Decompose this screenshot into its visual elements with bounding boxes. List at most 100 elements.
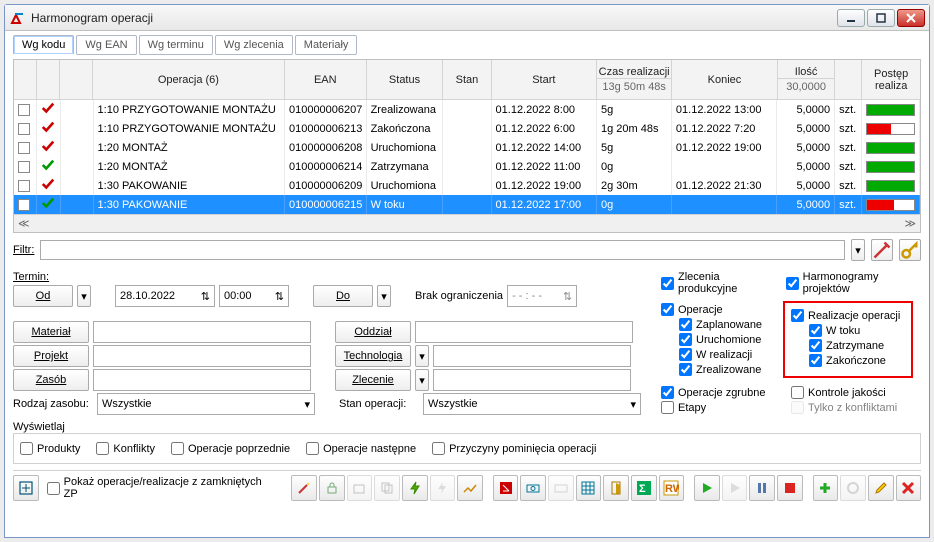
filter-wand-button[interactable]: [871, 239, 893, 261]
chart-up-icon[interactable]: [457, 475, 483, 501]
pick-icon[interactable]: [347, 475, 373, 501]
col-koniec[interactable]: Koniec: [672, 74, 777, 86]
table-row[interactable]: 1:20 MONTAŻ010000006208Uruchomiona01.12.…: [14, 138, 920, 157]
chk-operacje[interactable]: [661, 303, 674, 316]
time-from-input[interactable]: 00:00⇅: [219, 285, 289, 307]
row-checkbox[interactable]: [18, 142, 30, 154]
play2-icon[interactable]: [722, 475, 748, 501]
chk-produkty[interactable]: [20, 442, 33, 455]
zlecenie-input[interactable]: [433, 369, 631, 391]
minimize-button[interactable]: [837, 9, 865, 27]
date-from-input[interactable]: 28.10.2022⇅: [115, 285, 215, 307]
technologia-input[interactable]: [433, 345, 631, 367]
material-button[interactable]: Materiał: [13, 321, 89, 343]
chk-w-realizacji[interactable]: [679, 348, 692, 361]
stan-combo[interactable]: Wszystkie▾: [423, 393, 641, 415]
lock-icon[interactable]: [319, 475, 345, 501]
tab-materialy[interactable]: Materiały: [295, 35, 358, 55]
chk-etapy[interactable]: [661, 401, 674, 414]
col-operacja[interactable]: Operacja (6): [93, 74, 284, 86]
chk-zrealizowane[interactable]: [679, 363, 692, 376]
filter-dropdown[interactable]: ▾: [851, 239, 865, 261]
rw-icon[interactable]: RW: [659, 475, 685, 501]
row-checkbox[interactable]: [18, 161, 30, 173]
table-row[interactable]: 1:10 PRZYGOTOWANIE MONTAŻU010000006207Zr…: [14, 100, 920, 119]
chk-zatrzymane[interactable]: [809, 339, 822, 352]
row-checkbox[interactable]: [18, 199, 30, 211]
zasob-button[interactable]: Zasób: [13, 369, 89, 391]
tab-wg-terminu[interactable]: Wg terminu: [139, 35, 213, 55]
chk-w-toku[interactable]: [809, 324, 822, 337]
delete-icon[interactable]: [896, 475, 922, 501]
zlecenie-dropdown[interactable]: ▾: [415, 369, 429, 391]
technologia-dropdown[interactable]: ▾: [415, 345, 429, 367]
filter-input[interactable]: [40, 240, 845, 260]
close-button[interactable]: [897, 9, 925, 27]
chk-przyczyny-pominiecia[interactable]: [432, 442, 445, 455]
add-icon[interactable]: [813, 475, 839, 501]
od-dropdown[interactable]: ▾: [77, 285, 91, 307]
money2-icon[interactable]: [548, 475, 574, 501]
table-row[interactable]: 1:30 PAKOWANIE010000006209Uruchomiona01.…: [14, 176, 920, 195]
col-ean[interactable]: EAN: [285, 74, 366, 86]
chk-uruchomione[interactable]: [679, 333, 692, 346]
bolt-icon[interactable]: [402, 475, 428, 501]
chk-zakonczone[interactable]: [809, 354, 822, 367]
do-button[interactable]: Do: [313, 285, 373, 307]
chk-operacje-poprzednie[interactable]: [171, 442, 184, 455]
tab-wg-ean[interactable]: Wg EAN: [76, 35, 136, 55]
col-ilosc[interactable]: Ilość: [778, 66, 835, 78]
chk-realizacje-operacji[interactable]: [791, 309, 804, 322]
chk-operacje-zgrubne[interactable]: [661, 386, 674, 399]
oddzial-input[interactable]: [415, 321, 633, 343]
chk-konflikty[interactable]: [96, 442, 109, 455]
scroll-right-icon[interactable]: ≫: [904, 217, 916, 230]
expand-icon[interactable]: [13, 475, 39, 501]
tab-wg-zlecenia[interactable]: Wg zlecenia: [215, 35, 293, 55]
tab-wg-kodu[interactable]: Wg kodu: [13, 35, 74, 55]
oddzial-button[interactable]: Oddział: [335, 321, 411, 343]
bolt2-icon[interactable]: [430, 475, 456, 501]
wand-icon[interactable]: [291, 475, 317, 501]
door-icon[interactable]: [603, 475, 629, 501]
col-status[interactable]: Status: [367, 74, 443, 86]
col-postep[interactable]: Postęp realiza: [862, 68, 920, 92]
col-stan[interactable]: Stan: [443, 74, 490, 86]
row-checkbox[interactable]: [18, 180, 30, 192]
table-row[interactable]: 1:30 PAKOWANIE010000006215W toku01.12.20…: [14, 195, 920, 214]
chk-harmonogramy-projektow[interactable]: [786, 277, 799, 290]
technologia-button[interactable]: Technologia: [335, 345, 411, 367]
projekt-button[interactable]: Projekt: [13, 345, 89, 367]
table-row[interactable]: 1:10 PRZYGOTOWANIE MONTAŻU010000006213Za…: [14, 119, 920, 138]
horizontal-scrollbar[interactable]: ≪ ≫: [14, 214, 920, 232]
grid-icon[interactable]: [576, 475, 602, 501]
chk-zaplanowane[interactable]: [679, 318, 692, 331]
sigma-icon[interactable]: Σ: [631, 475, 657, 501]
col-czas[interactable]: Czas realizacji: [597, 66, 671, 78]
chk-kontrole-jakosci[interactable]: [791, 386, 804, 399]
zasob-input[interactable]: [93, 369, 311, 391]
col-start[interactable]: Start: [492, 74, 597, 86]
rodzaj-combo[interactable]: Wszystkie▾: [97, 393, 315, 415]
chk-zlecenia-produkcyjne[interactable]: [661, 277, 674, 290]
money-icon[interactable]: [520, 475, 546, 501]
zlecenie-button[interactable]: Zlecenie: [335, 369, 411, 391]
circle-icon[interactable]: [840, 475, 866, 501]
edit-icon[interactable]: [868, 475, 894, 501]
row-checkbox[interactable]: [18, 104, 30, 116]
stop-icon[interactable]: [777, 475, 803, 501]
od-button[interactable]: Od: [13, 285, 73, 307]
flag-icon[interactable]: [493, 475, 519, 501]
chk-operacje-nastepne[interactable]: [306, 442, 319, 455]
chk-pokaz-zamkniete[interactable]: [47, 482, 60, 495]
do-dropdown[interactable]: ▾: [377, 285, 391, 307]
row-checkbox[interactable]: [18, 123, 30, 135]
play-icon[interactable]: [694, 475, 720, 501]
table-row[interactable]: 1:20 MONTAŻ010000006214Zatrzymana01.12.2…: [14, 157, 920, 176]
scroll-left-icon[interactable]: ≪: [18, 217, 30, 230]
material-input[interactable]: [93, 321, 311, 343]
copy-icon[interactable]: [374, 475, 400, 501]
pause-icon[interactable]: [749, 475, 775, 501]
projekt-input[interactable]: [93, 345, 311, 367]
maximize-button[interactable]: [867, 9, 895, 27]
